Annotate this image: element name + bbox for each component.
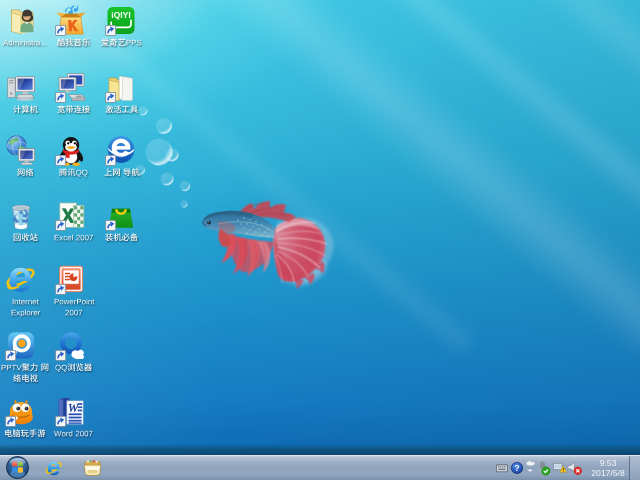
svg-text:iQIYI: iQIYI: [111, 10, 131, 20]
svg-text:?: ?: [514, 463, 519, 473]
